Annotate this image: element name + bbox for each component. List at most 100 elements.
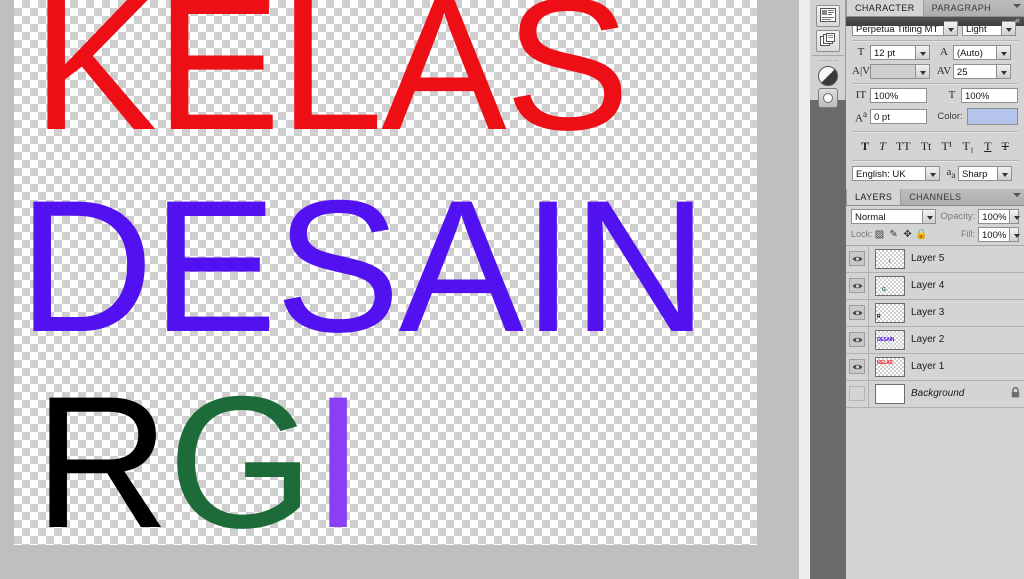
layer-visibility-toggle[interactable]: [846, 245, 869, 272]
character-divider-2: [852, 83, 1018, 85]
layer-thumbnail-content: I: [889, 258, 891, 265]
layers-panel-menu-icon[interactable]: [1013, 192, 1021, 197]
layer-visibility-toggle[interactable]: [846, 272, 869, 299]
layer-thumbnail-content: R: [877, 313, 881, 320]
kerning-input[interactable]: [870, 64, 916, 79]
subscript-button[interactable]: T₁: [963, 139, 975, 153]
eye-icon[interactable]: [849, 305, 865, 321]
lock-row: Lock: ▨ ✎ ✥ 🔒 Fill: 100%: [851, 226, 1020, 242]
layer-thumbnail-content: DESAIN: [877, 336, 895, 343]
fill-stepper-icon[interactable]: [1010, 226, 1020, 242]
vertical-scale-input[interactable]: 100%: [870, 88, 927, 103]
small-caps-button[interactable]: Tt: [921, 139, 932, 153]
layer-row[interactable]: I Layer 5: [846, 245, 1024, 273]
layer-row[interactable]: KELAS Layer 1: [846, 353, 1024, 381]
antialias-icon: aa: [946, 165, 956, 180]
layer-lock-icon: [1006, 387, 1024, 400]
layer-row[interactable]: DESAIN Layer 2: [846, 326, 1024, 354]
layer-name[interactable]: Layer 5: [911, 253, 1006, 264]
lock-position-icon[interactable]: ✥: [901, 229, 915, 240]
tab-character[interactable]: CHARACTER: [846, 0, 924, 16]
faux-italic-button[interactable]: T: [879, 139, 886, 153]
language-input[interactable]: English: UK: [852, 166, 926, 182]
layer-thumbnail[interactable]: I: [875, 248, 905, 269]
notes-panel-icon[interactable]: [816, 5, 840, 27]
font-size-dropdown-icon[interactable]: [916, 45, 930, 60]
blend-mode-input[interactable]: Normal: [851, 208, 923, 224]
eye-icon[interactable]: [849, 278, 865, 294]
language-dropdown-icon[interactable]: [926, 166, 940, 182]
layer-name[interactable]: Background: [911, 388, 1006, 399]
baseline-shift-icon: Aa: [854, 109, 868, 125]
opacity-label: Opacity:: [940, 210, 976, 222]
layer-row[interactable]: Background: [846, 380, 1024, 408]
layer-row[interactable]: G Layer 4: [846, 272, 1024, 300]
layer-comps-panel-icon[interactable]: [816, 30, 840, 52]
leading-icon: A: [940, 46, 948, 58]
strikethrough-button[interactable]: T: [1002, 139, 1009, 153]
layer-thumbnail-content: G: [882, 286, 886, 293]
layer-thumbnail[interactable]: R: [875, 302, 905, 323]
font-family-dropdown-icon[interactable]: [944, 21, 958, 36]
layer-row[interactable]: R Layer 3: [846, 299, 1024, 327]
faux-bold-button[interactable]: T: [861, 139, 869, 153]
eye-icon[interactable]: [849, 332, 865, 348]
superscript-button[interactable]: T¹: [941, 139, 952, 153]
opacity-input[interactable]: 100%: [978, 208, 1011, 224]
all-caps-button[interactable]: TT: [896, 139, 911, 153]
eye-icon[interactable]: [849, 386, 865, 402]
layer-thumbnail[interactable]: [875, 383, 905, 404]
lock-transparent-pixels-icon[interactable]: ▨: [873, 229, 887, 240]
text-color-swatch[interactable]: [966, 108, 1018, 126]
layer-thumbnail[interactable]: DESAIN: [875, 329, 905, 350]
layer-visibility-toggle[interactable]: [846, 380, 869, 407]
layer-name[interactable]: Layer 1: [911, 361, 1006, 372]
leading-dropdown-icon[interactable]: [997, 45, 1011, 60]
layer-name[interactable]: Layer 3: [911, 307, 1006, 318]
tab-channels[interactable]: CHANNELS: [901, 189, 969, 205]
opacity-stepper-icon[interactable]: [1010, 208, 1020, 224]
antialias-input[interactable]: Sharp: [958, 166, 998, 182]
font-size-input[interactable]: 12 pt: [870, 45, 916, 60]
kerning-dropdown-icon[interactable]: [916, 64, 930, 79]
character-divider-1: [852, 40, 1018, 42]
layer-thumbnail[interactable]: KELAS: [875, 356, 905, 377]
underline-button[interactable]: T: [984, 139, 991, 153]
canvas-char-g: G: [167, 357, 314, 545]
tab-layers[interactable]: LAYERS: [846, 188, 902, 205]
collapsed-panel-rail: [810, 0, 846, 579]
tracking-input[interactable]: 25: [953, 64, 997, 79]
horizontal-scale-input[interactable]: 100%: [961, 88, 1018, 103]
canvas-text-rgi: RGI: [34, 368, 757, 545]
font-size-icon: T: [857, 46, 865, 58]
baseline-color-row: Aa 0 pt Color:: [852, 107, 1018, 127]
canvas-char-r: R: [34, 357, 170, 545]
font-style-dropdown-icon[interactable]: [1002, 21, 1016, 36]
eye-icon[interactable]: [849, 359, 865, 375]
lock-image-pixels-icon[interactable]: ✎: [887, 229, 901, 240]
layer-list[interactable]: I Layer 5 G Layer 4 R Layer 3 DESAIN Layer 2 KEL…: [846, 244, 1024, 408]
layer-name[interactable]: Layer 2: [911, 334, 1006, 345]
image-canvas[interactable]: KELAS DESAIN RGI: [14, 0, 757, 545]
antialias-dropdown-icon[interactable]: [998, 166, 1012, 182]
rail-grip-dots[interactable]: [818, 59, 838, 63]
leading-input[interactable]: (Auto): [953, 45, 997, 60]
adjustments-icon[interactable]: [818, 66, 838, 86]
masks-icon[interactable]: [818, 88, 838, 108]
blend-mode-dropdown-icon[interactable]: [922, 208, 937, 224]
tab-paragraph[interactable]: PARAGRAPH: [924, 0, 999, 16]
layer-visibility-toggle[interactable]: [846, 299, 869, 326]
baseline-shift-input[interactable]: 0 pt: [870, 109, 928, 125]
language-antialias-row: English: UK aa Sharp: [852, 165, 1018, 183]
layer-name[interactable]: Layer 4: [911, 280, 1006, 291]
character-panel-tabbar: CHARACTER PARAGRAPH: [846, 0, 1024, 17]
lock-all-icon[interactable]: 🔒: [915, 229, 929, 240]
layer-thumbnail[interactable]: G: [875, 275, 905, 296]
character-panel-body: Perpetua Titling MT Light T 12 pt A (Aut…: [846, 17, 1024, 189]
layer-visibility-toggle[interactable]: [846, 326, 869, 353]
layer-visibility-toggle[interactable]: [846, 353, 869, 380]
eye-icon[interactable]: [849, 251, 865, 267]
fill-input[interactable]: 100%: [978, 226, 1010, 242]
tracking-dropdown-icon[interactable]: [997, 64, 1011, 79]
character-panel-menu-icon[interactable]: [1013, 4, 1021, 8]
